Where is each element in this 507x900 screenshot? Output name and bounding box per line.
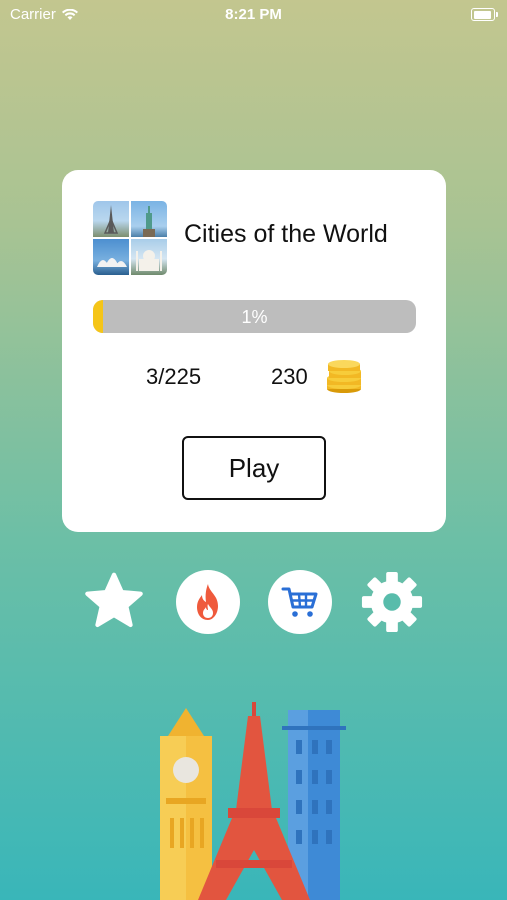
category-card: Cities of the World 1% 3/225 230 Play [62,170,446,532]
landmarks-illustration [160,702,346,900]
category-title: Cities of the World [184,220,388,248]
status-bar: Carrier 8:21 PM [0,0,507,28]
coins-icon [327,360,361,393]
levels-counter: 3/225 [146,364,202,389]
progress-label: 1% [241,307,268,327]
gear-icon [361,571,423,633]
shop-button[interactable] [268,570,332,634]
cart-icon [281,587,318,617]
big-ben-tower [160,708,212,900]
settings-button[interactable] [360,570,424,634]
clock: 8:21 PM [225,6,282,23]
opera-house-photo [93,239,129,275]
taj-mahal-photo [131,239,167,275]
eiffel-photo [93,201,129,237]
coins-counter: 230 [271,364,308,389]
progress-bar: 1% [93,300,416,333]
hot-button[interactable] [176,570,240,634]
category-thumbnail [93,201,167,275]
liberty-photo [131,201,167,237]
play-button[interactable]: Play [182,436,326,500]
star-icon [85,572,143,628]
battery-icon [471,8,498,21]
favorites-button[interactable] [82,570,146,634]
fire-icon [197,584,218,620]
